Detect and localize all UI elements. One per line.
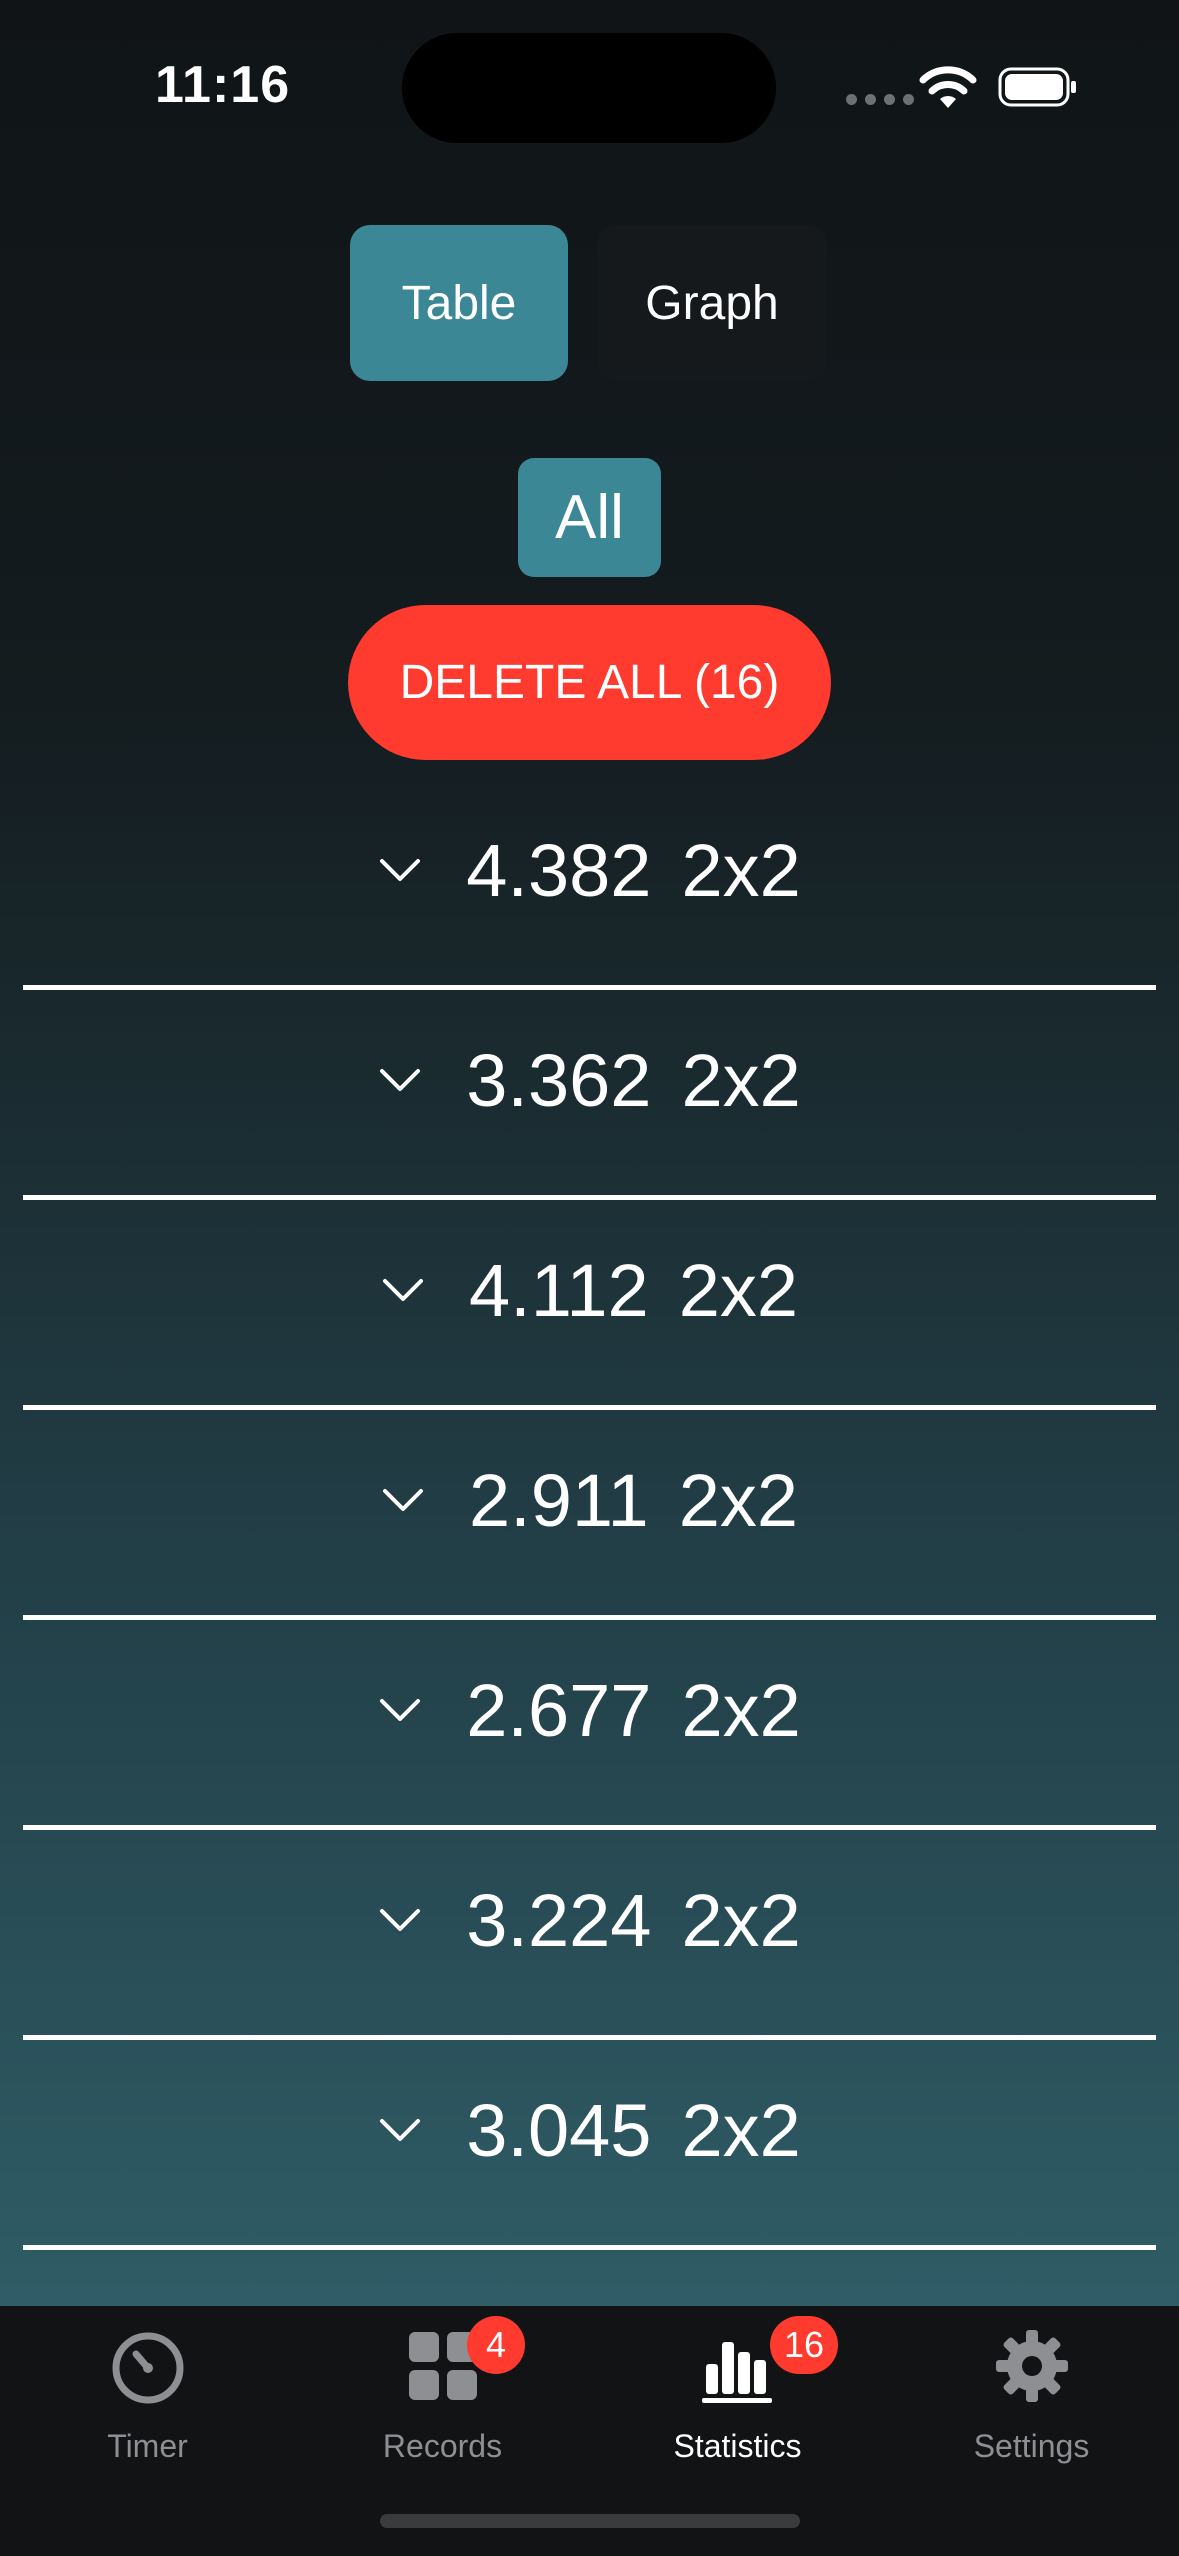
wifi-icon (919, 66, 977, 108)
records-badge: 4 (467, 2316, 525, 2374)
tab-timer[interactable]: Timer (0, 2306, 295, 2506)
dynamic-island (402, 33, 776, 143)
record-puzzle: 2x2 (681, 828, 801, 912)
tab-table[interactable]: Table (350, 225, 568, 381)
record-puzzle: 2x2 (678, 1458, 798, 1542)
tab-graph[interactable]: Graph (597, 225, 827, 381)
battery-icon (998, 67, 1076, 107)
timer-icon (112, 2332, 183, 2404)
tab-statistics[interactable]: 16 Statistics (590, 2306, 885, 2506)
record-puzzle: 2x2 (678, 1248, 798, 1332)
status-time: 11:16 (155, 56, 291, 114)
record-time: 3.045 (466, 2088, 652, 2172)
tab-settings[interactable]: Settings (884, 2306, 1179, 2506)
record-time: 4.112 (468, 1248, 649, 1332)
list-item[interactable]: 2.911 2x2 (23, 1410, 1156, 1620)
chevron-down-icon[interactable] (381, 1277, 425, 1303)
statistics-badge: 16 (770, 2316, 839, 2374)
records-list: 4.382 2x2 3.362 2x2 4.112 2x2 2.911 2x2 2.67… (23, 780, 1156, 2250)
chevron-down-icon[interactable] (378, 1067, 422, 1093)
list-item[interactable]: 4.112 2x2 (23, 1200, 1156, 1410)
record-puzzle: 2x2 (681, 1878, 801, 1962)
record-time: 3.224 (466, 1878, 652, 1962)
record-time: 4.382 (466, 828, 652, 912)
record-time: 2.911 (468, 1458, 649, 1542)
record-time: 3.362 (466, 1038, 652, 1122)
filter-all-button[interactable]: All (518, 458, 661, 577)
tab-timer-label: Timer (107, 2428, 188, 2464)
bar-chart-icon (701, 2342, 772, 2403)
chevron-down-icon[interactable] (381, 1487, 425, 1513)
list-item[interactable]: 2.677 2x2 (23, 1620, 1156, 1830)
chevron-down-icon[interactable] (378, 857, 422, 883)
chevron-down-icon[interactable] (378, 1907, 422, 1933)
record-puzzle: 2x2 (681, 2088, 801, 2172)
tab-settings-label: Settings (973, 2428, 1090, 2464)
tab-records-label: Records (382, 2428, 503, 2464)
chevron-down-icon[interactable] (378, 1697, 422, 1723)
list-item[interactable]: 3.045 2x2 (23, 2040, 1156, 2250)
home-indicator[interactable] (380, 2514, 800, 2528)
record-time: 2.677 (466, 1668, 652, 1752)
record-puzzle: 2x2 (681, 1038, 801, 1122)
tab-statistics-label: Statistics (673, 2428, 802, 2464)
list-item[interactable]: 3.362 2x2 (23, 990, 1156, 1200)
gear-icon (995, 2330, 1068, 2402)
chevron-down-icon[interactable] (378, 2117, 422, 2143)
cellular-signal-icon (846, 94, 914, 105)
divider (23, 2245, 1156, 2250)
tab-records[interactable]: 4 Records (295, 2306, 590, 2506)
list-item[interactable]: 3.224 2x2 (23, 1830, 1156, 2040)
delete-all-button[interactable]: DELETE ALL (16) (348, 605, 831, 760)
list-item[interactable]: 4.382 2x2 (23, 780, 1156, 990)
record-puzzle: 2x2 (681, 1668, 801, 1752)
